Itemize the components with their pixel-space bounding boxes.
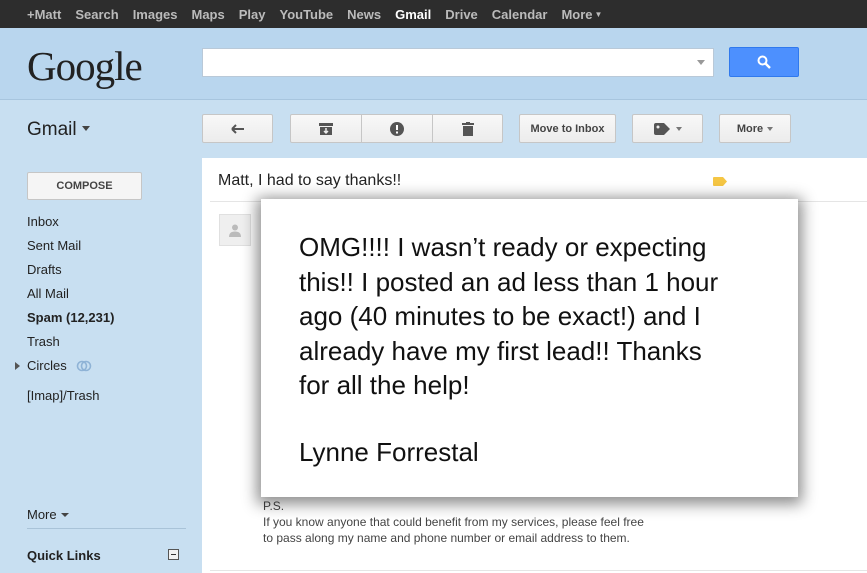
- search-input[interactable]: [203, 49, 713, 76]
- topbar-item-calendar[interactable]: Calendar: [492, 7, 548, 22]
- testimonial-line: for all the help!: [299, 370, 470, 400]
- sidebar-item-circles-label: Circles: [27, 358, 67, 373]
- move-to-inbox-button[interactable]: Move to Inbox: [519, 114, 616, 143]
- ps-line: If you know anyone that could benefit fr…: [263, 515, 644, 529]
- chevron-down-icon: [81, 126, 90, 131]
- topbar-item-search[interactable]: Search: [75, 7, 118, 22]
- sidebar-nav: Inbox Sent Mail Drafts All Mail Spam (12…: [0, 213, 200, 411]
- topbar-item-play[interactable]: Play: [239, 7, 266, 22]
- gmail-app-switcher[interactable]: Gmail: [27, 119, 90, 141]
- sidebar-item-trash[interactable]: Trash: [0, 333, 200, 357]
- ps-line: P.S.: [263, 499, 285, 513]
- testimonial-signature: Lynne Forrestal: [299, 436, 479, 467]
- testimonial-callout: OMG!!!! I wasn’t ready or expecting this…: [261, 199, 798, 497]
- sidebar-item-circles[interactable]: Circles: [0, 357, 200, 381]
- labels-button[interactable]: [632, 114, 703, 143]
- search-button[interactable]: [729, 47, 799, 77]
- sidebar-item-sent-mail[interactable]: Sent Mail: [0, 237, 200, 261]
- search-box: [202, 48, 714, 77]
- google-logo[interactable]: Google: [27, 42, 143, 90]
- label-icon: [653, 122, 670, 135]
- sidebar-more-label: More: [27, 507, 57, 522]
- topbar-item-news[interactable]: News: [347, 7, 381, 22]
- testimonial-line: OMG!!!! I wasn’t ready or expecting: [299, 232, 707, 262]
- search-options-dropdown-icon[interactable]: [697, 60, 705, 65]
- quick-links-heading: Quick Links: [27, 548, 101, 563]
- topbar-item-more[interactable]: More ▼: [561, 7, 602, 22]
- chevron-down-icon: [767, 126, 774, 131]
- more-actions-button[interactable]: More: [719, 114, 791, 143]
- topbar-item-maps[interactable]: Maps: [192, 7, 225, 22]
- sidebar-item-inbox[interactable]: Inbox: [0, 213, 200, 237]
- gmail-app-label: Gmail: [27, 119, 77, 140]
- ps-line: to pass along my name and phone number o…: [263, 531, 630, 545]
- topbar-item-drive[interactable]: Drive: [445, 7, 478, 22]
- trash-icon: [461, 121, 474, 136]
- testimonial-line: ago (40 minutes to be exact!) and I: [299, 301, 701, 331]
- topbar-item-gmail[interactable]: Gmail: [395, 7, 431, 22]
- message-subject: Matt, I had to say thanks!!: [218, 172, 402, 189]
- back-arrow-icon: [230, 123, 244, 134]
- sidebar-item-drafts[interactable]: Drafts: [0, 261, 200, 285]
- chevron-down-icon: ▼: [594, 9, 603, 19]
- sidebar-item-all-mail[interactable]: All Mail: [0, 285, 200, 309]
- avatar[interactable]: [219, 214, 251, 246]
- archive-button[interactable]: [290, 114, 362, 143]
- chevron-down-icon: [675, 126, 682, 131]
- collapse-icon[interactable]: [168, 549, 179, 560]
- sidebar-divider: [27, 528, 186, 529]
- person-icon: [229, 224, 241, 237]
- archive-icon: [319, 122, 333, 135]
- back-button[interactable]: [202, 114, 273, 143]
- report-spam-icon: [390, 121, 404, 136]
- topbar-item-images[interactable]: Images: [133, 7, 178, 22]
- testimonial-line: this!! I posted an ad less than 1 hour: [299, 266, 719, 297]
- compose-button[interactable]: COMPOSE: [27, 172, 142, 200]
- testimonial-text: OMG!!!! I wasn’t ready or expecting this…: [299, 230, 778, 403]
- message-ps: P.S. If you know anyone that could benef…: [263, 498, 644, 546]
- chevron-down-icon: [60, 513, 69, 517]
- topbar-more-label: More: [561, 6, 593, 22]
- more-actions-label: More: [736, 122, 764, 135]
- sidebar-item-imap-trash[interactable]: [Imap]/Trash: [0, 387, 200, 411]
- report-spam-button[interactable]: [361, 114, 433, 143]
- expand-arrow-icon[interactable]: [15, 362, 20, 370]
- important-label-icon[interactable]: [713, 177, 727, 186]
- message-bottom-divider: [210, 570, 867, 571]
- google-top-bar: +Matt Search Images Maps Play YouTube Ne…: [0, 0, 867, 28]
- circles-icon: [77, 360, 92, 372]
- sidebar-more-link[interactable]: More: [27, 507, 69, 522]
- delete-button[interactable]: [432, 114, 503, 143]
- search-icon: [757, 55, 771, 69]
- topbar-item-youtube[interactable]: YouTube: [279, 7, 333, 22]
- header: Google: [0, 28, 867, 100]
- testimonial-line: already have my first lead!! Thanks: [299, 335, 702, 366]
- sidebar-item-spam[interactable]: Spam (12,231): [0, 309, 200, 333]
- topbar-item-plus-matt[interactable]: +Matt: [27, 7, 61, 22]
